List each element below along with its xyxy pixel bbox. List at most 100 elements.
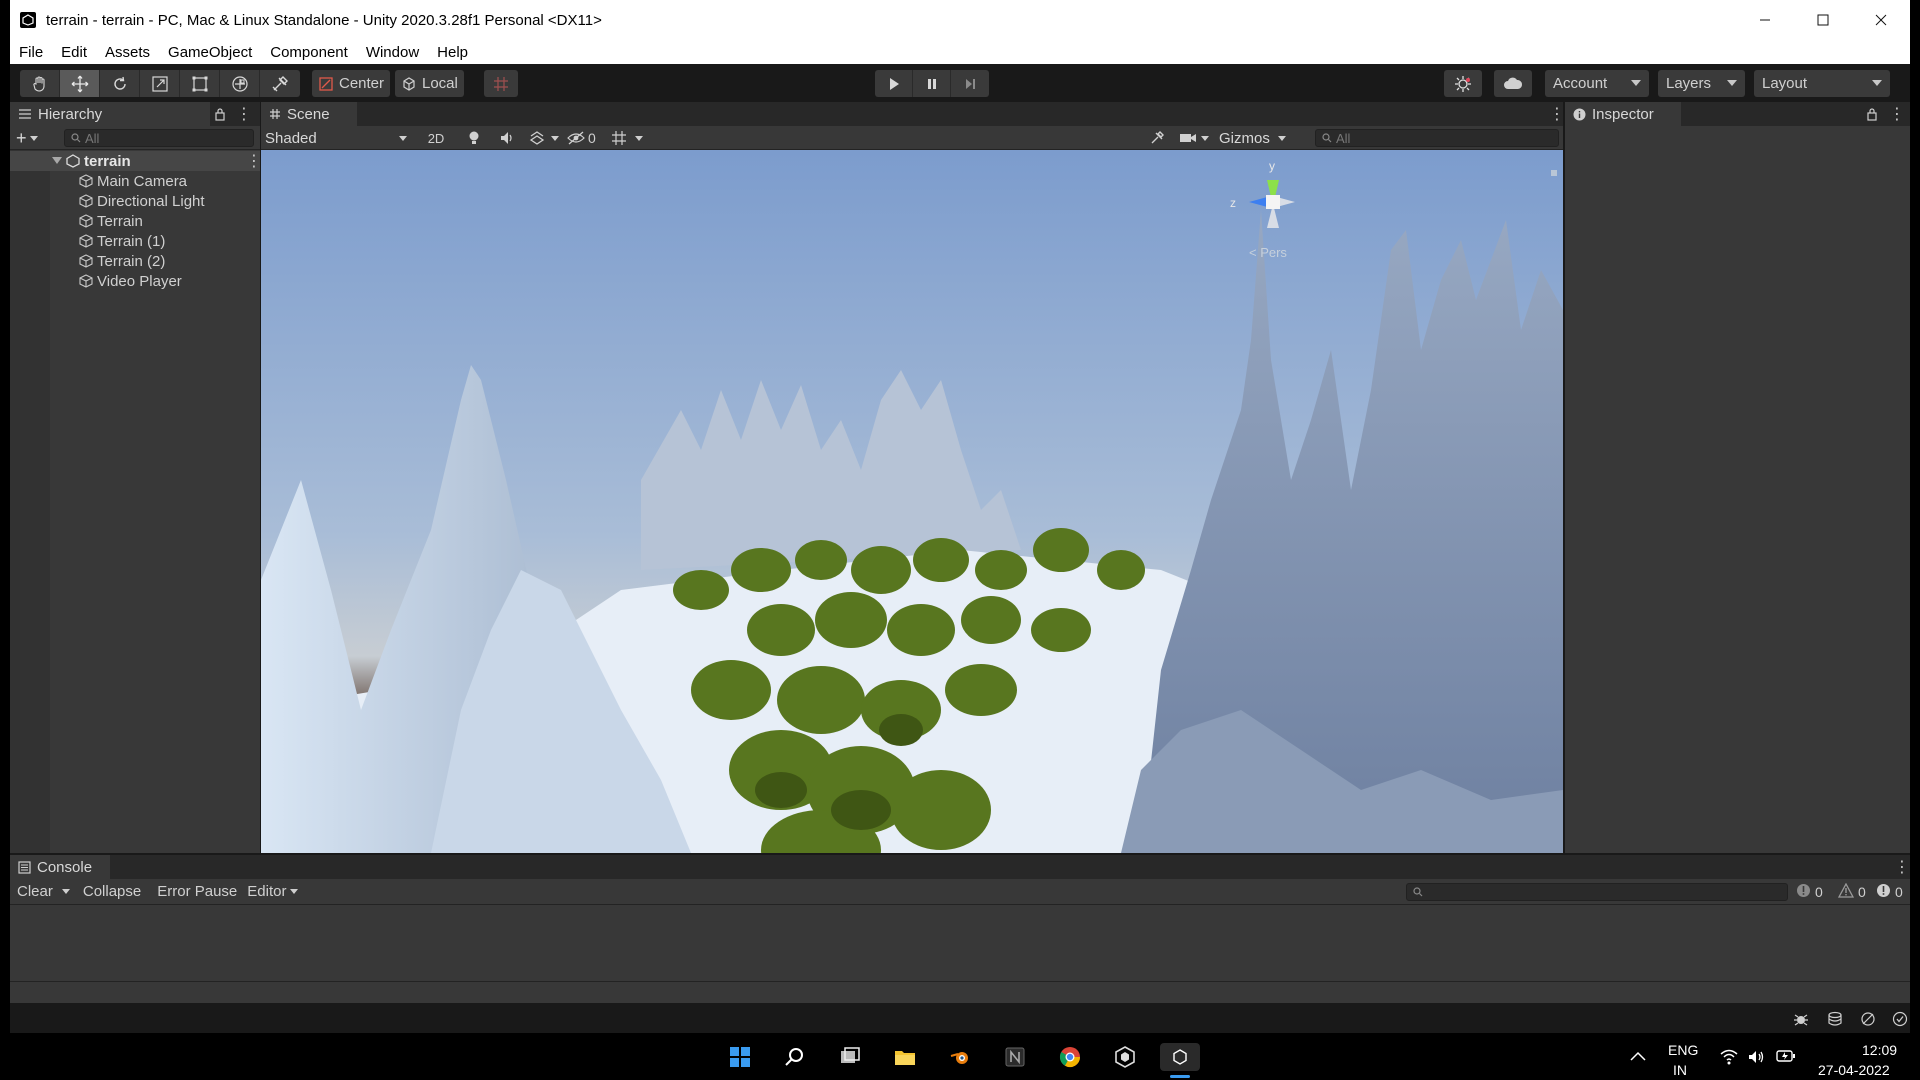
notion-icon[interactable]: [1001, 1043, 1029, 1071]
error-pause-button[interactable]: Error Pause: [152, 883, 242, 900]
inspector-menu-icon[interactable]: ⋮: [1889, 104, 1905, 124]
toggle-2d-button[interactable]: 2D: [421, 128, 451, 148]
pivot-mode-label: Center: [339, 75, 385, 92]
pause-icon[interactable]: [913, 70, 951, 97]
tab-inspector[interactable]: Inspector: [1565, 102, 1681, 126]
menu-window[interactable]: Window: [357, 44, 428, 61]
hierarchy-item-label: Video Player: [97, 272, 182, 290]
search-icon[interactable]: [781, 1043, 809, 1071]
layout-dropdown[interactable]: Layout: [1754, 70, 1890, 97]
menu-assets[interactable]: Assets: [96, 44, 159, 61]
hierarchy-item[interactable]: Video Player: [10, 271, 260, 291]
unity-editor-taskbar-icon[interactable]: [1160, 1043, 1200, 1071]
warning-filter-button[interactable]: 0: [1837, 882, 1866, 901]
hierarchy-item[interactable]: Main Camera: [10, 171, 260, 191]
grid-toggle-icon[interactable]: [611, 130, 627, 146]
scene-search-input[interactable]: All: [1315, 129, 1559, 147]
clock-date[interactable]: 27-04-2022: [1818, 1062, 1890, 1078]
wifi-icon[interactable]: [1720, 1049, 1738, 1065]
console-search-input[interactable]: [1406, 883, 1788, 901]
lock-icon[interactable]: [1866, 107, 1878, 121]
pivot-mode-button[interactable]: Center: [312, 70, 391, 97]
lighting-toggle-icon[interactable]: [467, 130, 481, 146]
hierarchy-scene-row[interactable]: terrain ⋮: [10, 151, 262, 171]
windows-start-icon[interactable]: [726, 1043, 754, 1071]
pivot-space-button[interactable]: Local: [395, 70, 464, 97]
cloud-button[interactable]: [1494, 70, 1532, 97]
hand-icon[interactable]: [20, 70, 60, 97]
chrome-icon[interactable]: [1056, 1043, 1084, 1071]
gizmos-dropdown[interactable]: Gizmos: [1219, 128, 1286, 148]
console-log-area[interactable]: [10, 905, 1910, 981]
chevron-up-icon[interactable]: [1630, 1051, 1646, 1061]
volume-icon[interactable]: [1748, 1049, 1766, 1065]
minimize-icon[interactable]: [1736, 0, 1794, 40]
layers-dropdown[interactable]: Layers: [1658, 70, 1745, 97]
effects-toggle-icon[interactable]: [529, 130, 545, 146]
hierarchy-item[interactable]: Terrain: [10, 211, 260, 231]
menu-help[interactable]: Help: [428, 44, 477, 61]
create-button[interactable]: +: [16, 128, 38, 149]
clock-time[interactable]: 12:09: [1862, 1042, 1897, 1058]
camera-icon[interactable]: [1179, 131, 1197, 145]
chevron-down-icon[interactable]: [61, 889, 70, 894]
transform-icon[interactable]: [220, 70, 260, 97]
console-menu-icon[interactable]: ⋮: [1894, 857, 1910, 877]
hierarchy-menu-icon[interactable]: ⋮: [236, 104, 252, 124]
chevron-down-icon[interactable]: [635, 136, 643, 141]
blender-icon[interactable]: [946, 1043, 974, 1071]
gizmo-lock-icon[interactable]: [1551, 170, 1557, 176]
grid-snap-button[interactable]: [484, 70, 518, 97]
expand-arrow-icon[interactable]: [52, 157, 62, 164]
chevron-down-icon[interactable]: [551, 136, 559, 141]
tab-console[interactable]: Console: [10, 855, 110, 879]
close-icon[interactable]: [1852, 0, 1910, 40]
collapse-button[interactable]: Collapse: [78, 883, 146, 900]
hierarchy-item[interactable]: Directional Light: [10, 191, 260, 211]
rect-icon[interactable]: [180, 70, 220, 97]
audio-toggle-icon[interactable]: [499, 130, 515, 146]
menu-file[interactable]: File: [10, 44, 52, 61]
step-icon[interactable]: [951, 70, 989, 97]
move-icon[interactable]: [60, 70, 100, 97]
tools-icon[interactable]: [1149, 130, 1165, 146]
editor-dropdown[interactable]: Editor: [242, 883, 303, 900]
maximize-icon[interactable]: [1794, 0, 1852, 40]
shading-mode-dropdown[interactable]: Shaded: [265, 128, 413, 148]
auto-generate-lighting-icon[interactable]: [1860, 1011, 1876, 1027]
lock-icon[interactable]: [214, 107, 226, 121]
check-circle-icon[interactable]: [1892, 1011, 1908, 1027]
gizmo-persp-label[interactable]: < Pers: [1249, 245, 1287, 260]
battery-icon[interactable]: [1776, 1049, 1796, 1063]
account-dropdown[interactable]: Account: [1545, 70, 1649, 97]
error-filter-button[interactable]: 0: [1876, 883, 1903, 901]
hierarchy-item-label: Main Camera: [97, 172, 188, 190]
warning-icon: [1837, 882, 1855, 901]
hierarchy-item[interactable]: Terrain (2): [10, 251, 260, 271]
chevron-down-icon[interactable]: [1201, 136, 1209, 141]
tab-hierarchy[interactable]: Hierarchy: [10, 102, 210, 126]
scale-icon[interactable]: [140, 70, 180, 97]
custom-tool-icon[interactable]: [260, 70, 300, 97]
menu-edit[interactable]: Edit: [52, 44, 96, 61]
hierarchy-item[interactable]: Terrain (1): [10, 231, 260, 251]
hierarchy-search-input[interactable]: All: [64, 129, 254, 147]
task-view-icon[interactable]: [836, 1043, 864, 1071]
language-indicator[interactable]: ENG: [1668, 1042, 1698, 1058]
tab-scene[interactable]: Scene: [261, 102, 357, 126]
scene-menu-icon[interactable]: ⋮: [1549, 104, 1565, 124]
scene-menu-icon[interactable]: ⋮: [246, 151, 262, 171]
log-filter-button[interactable]: 0: [1796, 883, 1823, 901]
cache-server-icon[interactable]: [1827, 1011, 1843, 1027]
unity-hub-icon[interactable]: [1111, 1043, 1139, 1071]
rotate-icon[interactable]: [100, 70, 140, 97]
collab-button[interactable]: [1444, 70, 1482, 97]
scene-viewport[interactable]: y z < Pers: [261, 150, 1563, 853]
play-icon[interactable]: [875, 70, 913, 97]
menu-gameobject[interactable]: GameObject: [159, 44, 261, 61]
scene-visibility-toggle[interactable]: 0: [567, 128, 596, 148]
debug-icon[interactable]: [1793, 1011, 1809, 1027]
clear-button[interactable]: Clear: [12, 883, 58, 900]
menu-component[interactable]: Component: [261, 44, 357, 61]
file-explorer-icon[interactable]: [891, 1043, 919, 1071]
